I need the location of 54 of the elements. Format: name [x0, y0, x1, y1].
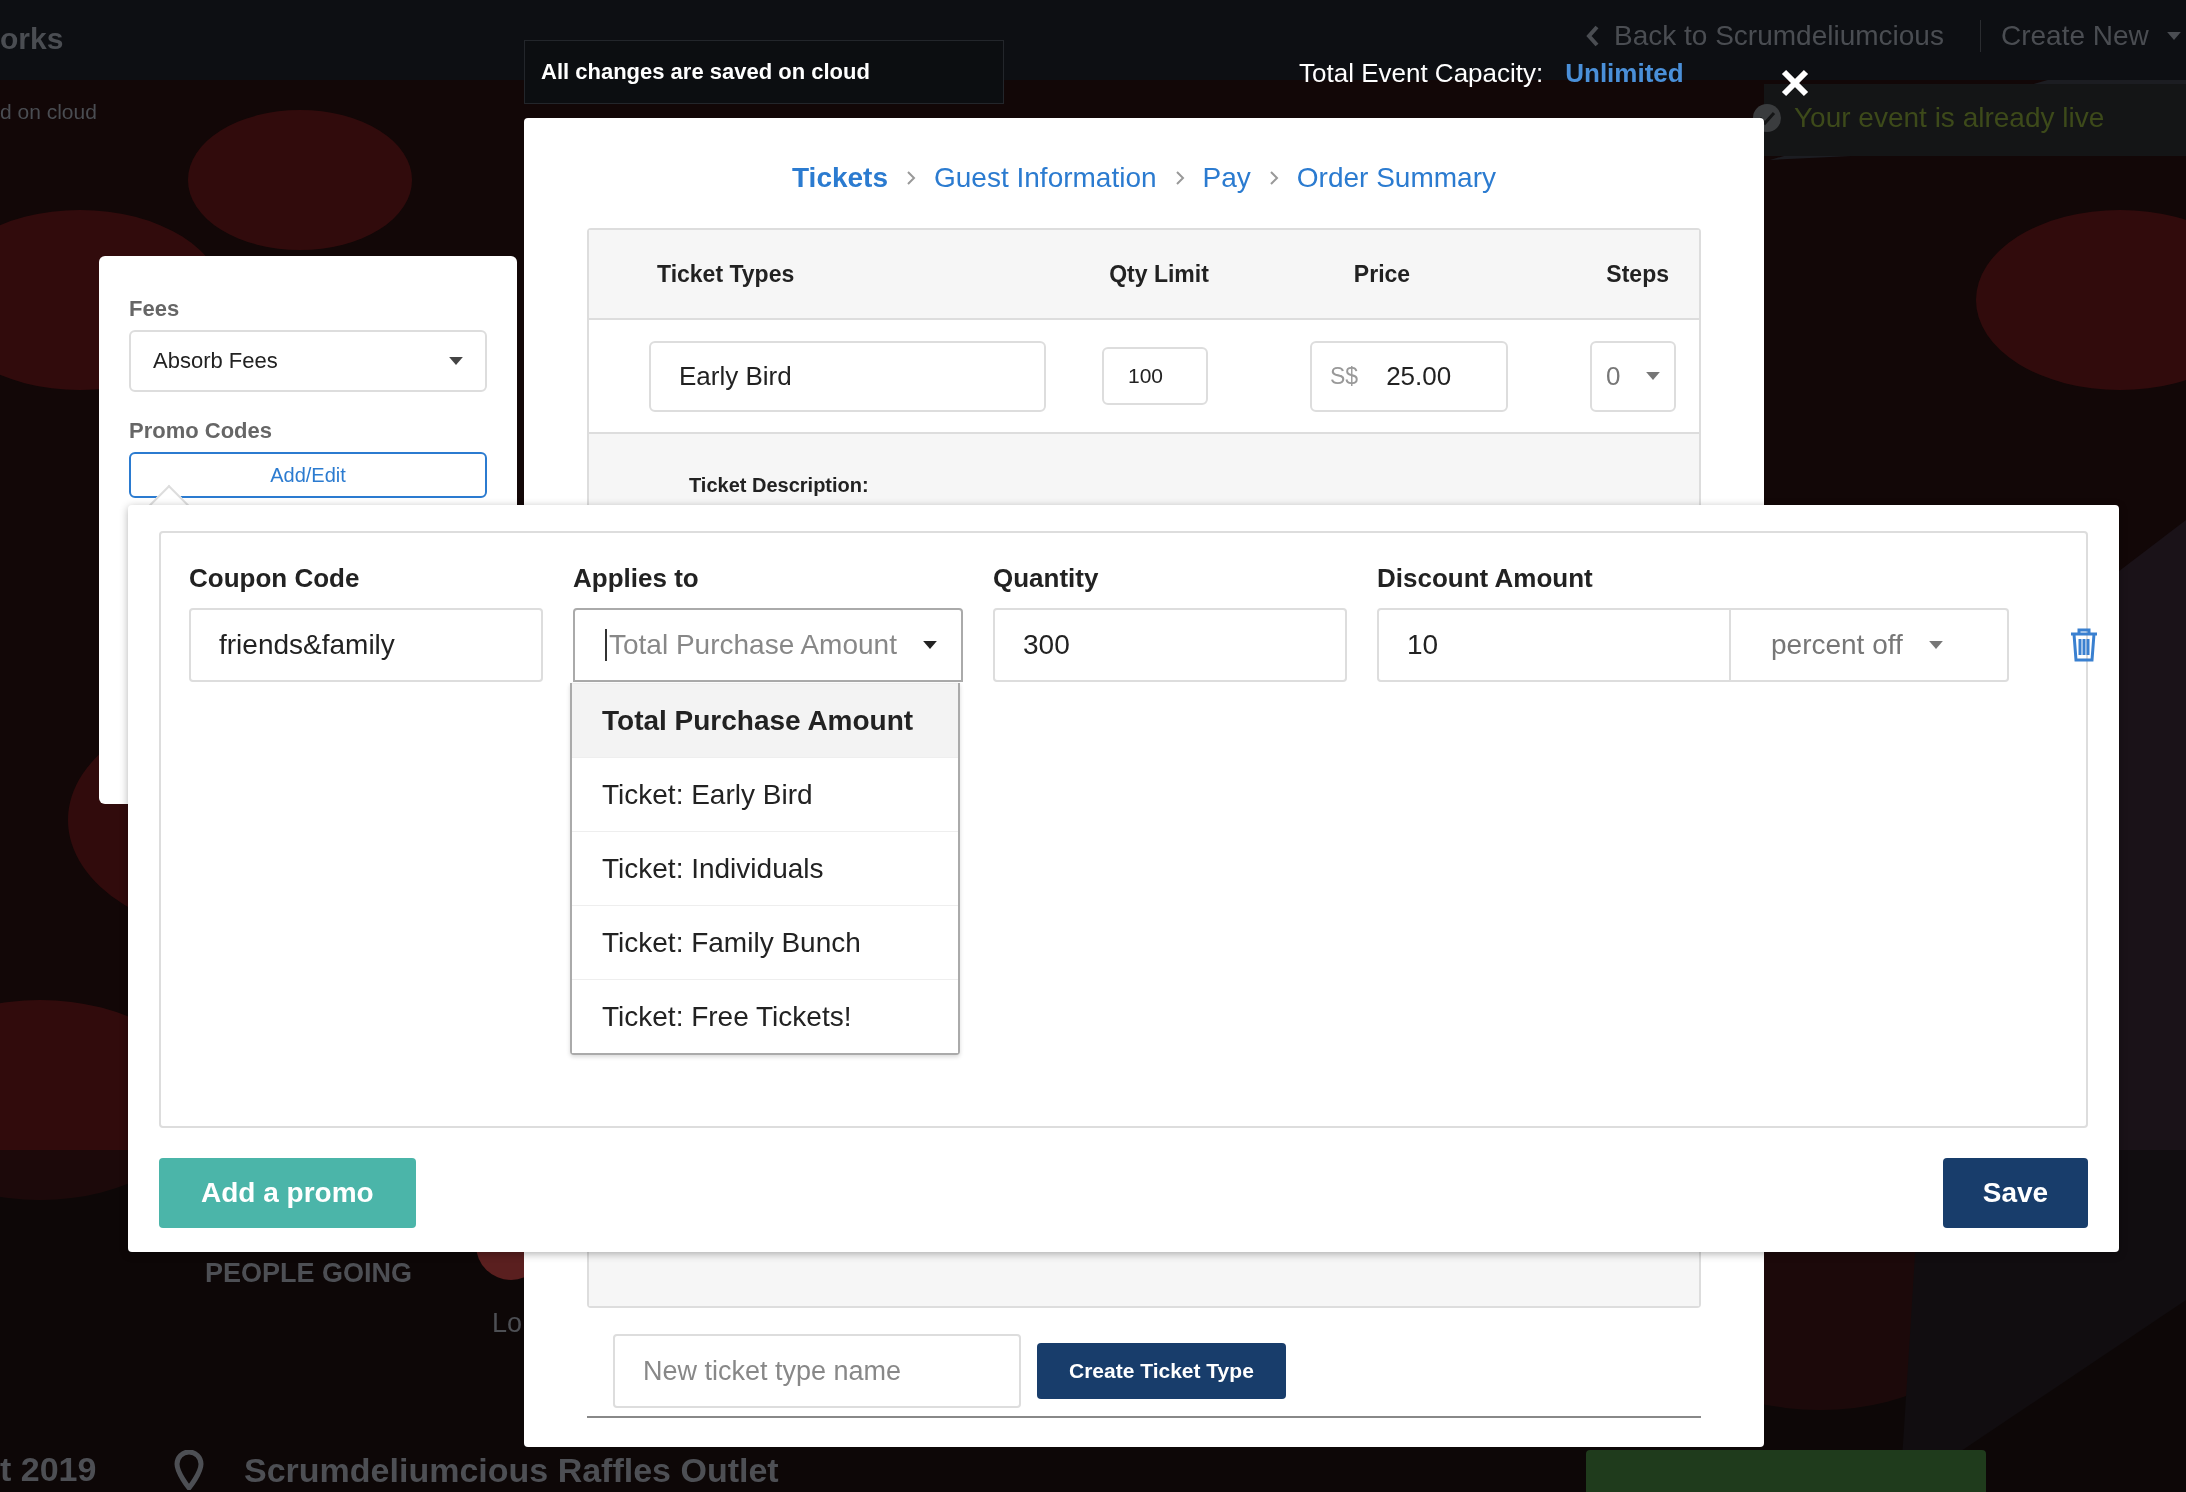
new-ticket-type-field[interactable]: New ticket type name	[613, 1334, 1021, 1408]
breadcrumb-link[interactable]: Guest Information	[934, 162, 1157, 194]
chevron-left-icon	[1586, 25, 1600, 47]
breadcrumb-link[interactable]: Order Summary	[1296, 162, 1496, 194]
chevron-right-icon	[906, 170, 916, 186]
coupon-code-field[interactable]: friends&family	[189, 608, 543, 682]
discount-amount-field[interactable]: 10	[1377, 608, 1731, 682]
column-header: Steps	[1605, 260, 1670, 288]
attendee-name: Lo	[492, 1308, 523, 1339]
fees-dropdown[interactable]: Absorb Fees	[129, 330, 487, 392]
dropdown-option[interactable]: Total Purchase Amount	[572, 683, 958, 757]
save-notice: All changes are saved on cloud	[524, 40, 1004, 104]
caret-icon	[1928, 641, 1943, 649]
column-label: Discount Amount	[1377, 563, 1594, 594]
fees-label: Fees	[129, 296, 181, 322]
close-icon[interactable]	[1780, 68, 1810, 98]
venue-name: Scrumdeliumcious Raffles Outlet	[244, 1450, 779, 1490]
caret-icon	[1646, 372, 1660, 380]
promo-codes-label: Promo Codes	[129, 418, 274, 444]
capacity-value: Unlimited	[1565, 58, 1684, 89]
trash-icon[interactable]	[2069, 627, 2099, 663]
create-ticket-type-button[interactable]: Create Ticket Type	[1037, 1343, 1286, 1399]
column-label: Applies to	[573, 563, 700, 594]
discount-unit-dropdown[interactable]: percent off	[1731, 608, 2009, 682]
description-label: Ticket Description:	[689, 474, 869, 496]
caret-icon	[923, 641, 937, 649]
steps-dropdown[interactable]: 0	[1590, 340, 1676, 412]
dropdown-option[interactable]: Ticket: Free Tickets!	[572, 979, 958, 1053]
ticket-name-field[interactable]: Early Bird	[649, 340, 1046, 412]
column-header: Qty Limit	[1108, 260, 1210, 288]
dropdown-option[interactable]: Ticket: Individuals	[572, 831, 958, 905]
column-header: Ticket Types	[656, 260, 796, 288]
location-pin-icon	[174, 1450, 204, 1490]
add-edit-button[interactable]: Add/Edit	[129, 452, 487, 498]
qty-limit-field[interactable]: 100	[1102, 347, 1208, 405]
applies-to-dropdown[interactable]: Total Purchase Amount	[573, 608, 963, 682]
event-date: t 2019	[0, 1450, 97, 1489]
breadcrumb-link[interactable]: Pay	[1202, 162, 1251, 194]
breadcrumb-link[interactable]: Tickets	[792, 162, 888, 194]
people-going-label: PEOPLE GOING	[205, 1258, 413, 1289]
save-button[interactable]: Save	[1943, 1158, 2088, 1228]
chevron-right-icon	[1268, 170, 1279, 186]
price-field[interactable]: S$ 25.00	[1310, 340, 1508, 412]
quantity-field[interactable]: 300	[993, 608, 1347, 682]
dropdown-option[interactable]: Ticket: Early Bird	[572, 757, 958, 831]
column-label: Quantity	[993, 563, 1100, 594]
save-status: d on cloud	[0, 100, 97, 124]
chevron-right-icon	[1174, 170, 1185, 186]
column-header: Price	[1352, 260, 1412, 288]
dropdown-option[interactable]: Ticket: Family Bunch	[572, 905, 958, 979]
site-title: orks	[0, 22, 64, 56]
capacity-label: Total Event Capacity:	[1299, 58, 1544, 89]
column-label: Coupon Code	[189, 563, 361, 594]
caret-icon	[449, 357, 463, 365]
